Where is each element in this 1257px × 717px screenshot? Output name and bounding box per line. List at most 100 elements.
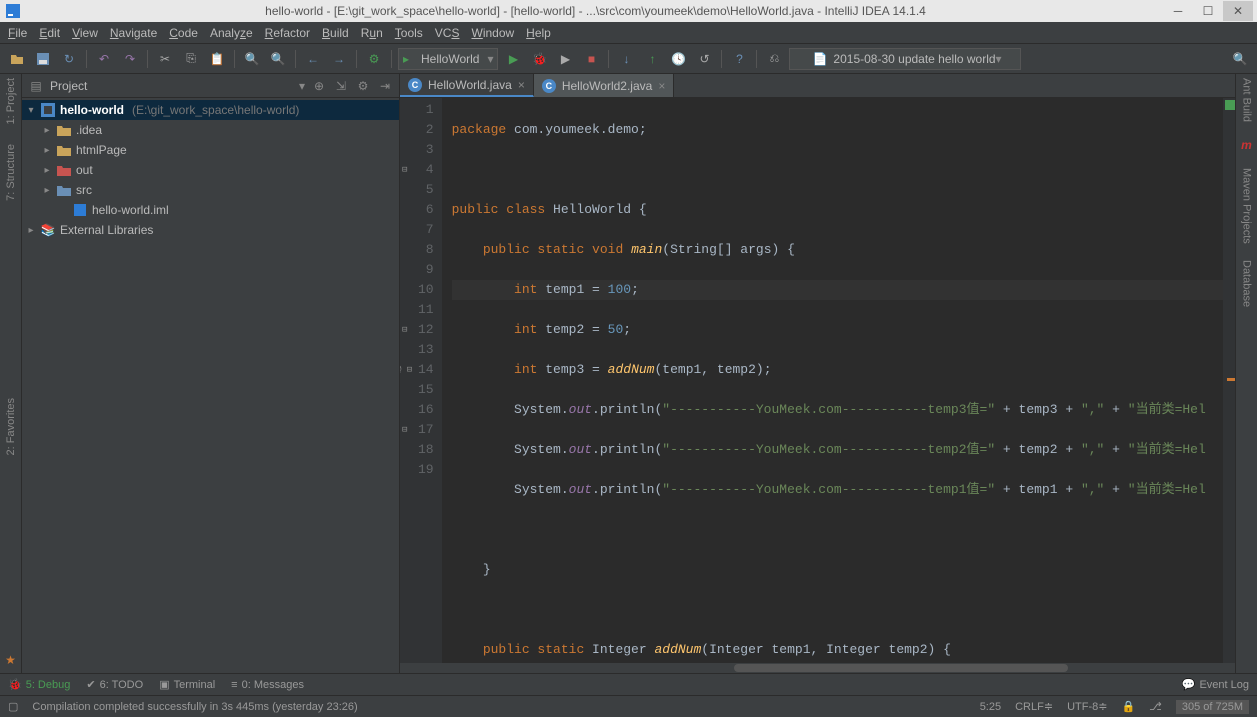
menu-edit[interactable]: Edit xyxy=(39,26,60,40)
menu-vcs[interactable]: VCS xyxy=(435,26,460,40)
folder-icon xyxy=(56,122,72,138)
close-tab-icon[interactable]: × xyxy=(658,79,665,93)
menu-code[interactable]: Code xyxy=(169,26,198,40)
iml-icon xyxy=(72,202,88,218)
redo-icon[interactable]: ↷ xyxy=(119,48,141,70)
line-gutter[interactable]: 123 ⊟4 567 8910 11⊟1213 @ ⊟14 1516 ⊟17 1… xyxy=(400,98,442,663)
maximize-button[interactable]: ☐ xyxy=(1193,1,1223,21)
tab-label: HelloWorld2.java xyxy=(562,79,653,93)
settings-icon[interactable]: ⚙ xyxy=(355,78,371,94)
menu-navigate[interactable]: Navigate xyxy=(110,26,157,40)
cut-icon[interactable]: ✂ xyxy=(154,48,176,70)
tool-terminal[interactable]: ▣ Terminal xyxy=(159,678,215,691)
status-ok-icon xyxy=(1225,100,1235,110)
maven-icon: m xyxy=(1241,138,1252,152)
project-tool-window: ▤ Project ▾ ⊕ ⇲ ⚙ ⇥ ▾ hello-world (E:\gi… xyxy=(22,74,400,673)
menu-analyze[interactable]: Analyze xyxy=(210,26,253,40)
folder-out-icon xyxy=(56,162,72,178)
code-content[interactable]: package com.youmeek.demo; public class H… xyxy=(442,98,1223,663)
tool-favorites[interactable]: 2: Favorites xyxy=(5,398,17,455)
debug-button[interactable]: 🐞 xyxy=(528,48,550,70)
close-button[interactable]: ✕ xyxy=(1223,1,1253,21)
editor-tabs: C HelloWorld.java × C HelloWorld2.java × xyxy=(400,74,1235,98)
sync-icon[interactable]: ↻ xyxy=(58,48,80,70)
folder-src-icon xyxy=(56,182,72,198)
menu-build[interactable]: Build xyxy=(322,26,349,40)
app-logo-icon xyxy=(4,2,22,20)
tool-debug[interactable]: 🐞 5: Debug xyxy=(8,678,70,691)
undo-icon[interactable]: ↶ xyxy=(93,48,115,70)
tree-out[interactable]: ▸ out xyxy=(22,160,399,180)
memory-indicator[interactable]: 305 of 725M xyxy=(1176,700,1249,714)
tree-idea[interactable]: ▸ .idea xyxy=(22,120,399,140)
copy-icon[interactable]: ⎘ xyxy=(180,48,202,70)
menu-help[interactable]: Help xyxy=(526,26,551,40)
horizontal-scrollbar[interactable] xyxy=(400,663,1235,673)
menu-view[interactable]: View xyxy=(72,26,98,40)
line-separator[interactable]: CRLF≑ xyxy=(1015,700,1053,713)
status-bar: ▢ Compilation completed successfully in … xyxy=(0,695,1257,717)
error-stripe[interactable] xyxy=(1223,98,1235,663)
tree-htmlpage[interactable]: ▸ htmlPage xyxy=(22,140,399,160)
run-config-selector[interactable]: ▸ HelloWorld ▾ xyxy=(398,48,498,70)
minimize-button[interactable]: ─ xyxy=(1163,1,1193,21)
vcs-commit-message[interactable]: 📄 2015-08-30 update hello world ▾ xyxy=(789,48,1020,70)
vcs-history-icon[interactable]: 🕓 xyxy=(667,48,689,70)
status-toggle-icon[interactable]: ▢ xyxy=(8,700,18,713)
menu-file[interactable]: File xyxy=(8,26,27,40)
tool-ant[interactable]: Ant Build xyxy=(1241,78,1253,122)
menu-tools[interactable]: Tools xyxy=(395,26,423,40)
forward-icon[interactable]: → xyxy=(328,48,350,70)
tree-iml[interactable]: hello-world.iml xyxy=(22,200,399,220)
collapse-icon[interactable]: ⇲ xyxy=(333,78,349,94)
locate-icon[interactable]: ⊕ xyxy=(311,78,327,94)
stop-button[interactable]: ■ xyxy=(580,48,602,70)
build-icon[interactable]: ⚙ xyxy=(363,48,385,70)
save-icon[interactable] xyxy=(32,48,54,70)
editor-area: C HelloWorld.java × C HelloWorld2.java ×… xyxy=(400,74,1235,673)
vcs-update-icon[interactable]: ↓ xyxy=(615,48,637,70)
tool-messages[interactable]: ≡ 0: Messages xyxy=(231,679,304,691)
window-title: hello-world - [E:\git_work_space\hello-w… xyxy=(28,4,1163,18)
vcs-commit-icon[interactable]: ↑ xyxy=(641,48,663,70)
code-editor[interactable]: 123 ⊟4 567 8910 11⊟1213 @ ⊟14 1516 ⊟17 1… xyxy=(400,98,1235,663)
tab-helloworld2[interactable]: C HelloWorld2.java × xyxy=(534,74,675,97)
find-icon[interactable]: 🔍 xyxy=(241,48,263,70)
tree-root[interactable]: ▾ hello-world (E:\git_work_space\hello-w… xyxy=(22,100,399,120)
vcs-log-icon[interactable]: ⎌ xyxy=(763,48,785,70)
back-icon[interactable]: ← xyxy=(302,48,324,70)
tool-database[interactable]: Database xyxy=(1241,260,1253,307)
run-button[interactable]: ▶ xyxy=(502,48,524,70)
paste-icon[interactable]: 📋 xyxy=(206,48,228,70)
tool-eventlog[interactable]: 💬 Event Log xyxy=(1182,678,1249,691)
tree-external[interactable]: ▸ 📚 External Libraries xyxy=(22,220,399,240)
project-tree[interactable]: ▾ hello-world (E:\git_work_space\hello-w… xyxy=(22,98,399,673)
tab-helloworld[interactable]: C HelloWorld.java × xyxy=(400,74,534,97)
tool-project[interactable]: 1: Project xyxy=(5,78,17,124)
close-tab-icon[interactable]: × xyxy=(518,78,525,92)
hide-icon[interactable]: ⇥ xyxy=(377,78,393,94)
tool-structure[interactable]: 7: Structure xyxy=(5,144,17,201)
tool-maven[interactable]: Maven Projects xyxy=(1241,168,1253,244)
menu-run[interactable]: Run xyxy=(361,26,383,40)
search-everywhere-icon[interactable]: 🔍 xyxy=(1229,48,1251,70)
libraries-icon: 📚 xyxy=(40,222,56,238)
help-icon[interactable]: ? xyxy=(728,48,750,70)
caret-position[interactable]: 5:25 xyxy=(980,701,1001,713)
open-icon[interactable] xyxy=(6,48,28,70)
main-toolbar: ↻ ↶ ↷ ✂ ⎘ 📋 🔍 🔍 ← → ⚙ ▸ HelloWorld ▾ ▶ 🐞… xyxy=(0,44,1257,74)
menu-refactor[interactable]: Refactor xyxy=(265,26,310,40)
tool-todo[interactable]: ✔ 6: TODO xyxy=(86,678,143,691)
file-encoding[interactable]: UTF-8≑ xyxy=(1067,700,1107,713)
coverage-button[interactable]: ▶ xyxy=(554,48,576,70)
window-titlebar: hello-world - [E:\git_work_space\hello-w… xyxy=(0,0,1257,22)
warning-mark[interactable] xyxy=(1227,378,1235,381)
project-view-icon[interactable]: ▤ xyxy=(28,78,44,94)
replace-icon[interactable]: 🔍 xyxy=(267,48,289,70)
menu-window[interactable]: Window xyxy=(471,26,514,40)
readonly-lock-icon[interactable]: 🔒 xyxy=(1121,700,1135,713)
commit-message-text: 2015-08-30 update hello world xyxy=(833,52,995,66)
tree-src[interactable]: ▸ src xyxy=(22,180,399,200)
git-branch-icon[interactable]: ⎇ xyxy=(1149,700,1162,713)
vcs-revert-icon[interactable]: ↺ xyxy=(693,48,715,70)
